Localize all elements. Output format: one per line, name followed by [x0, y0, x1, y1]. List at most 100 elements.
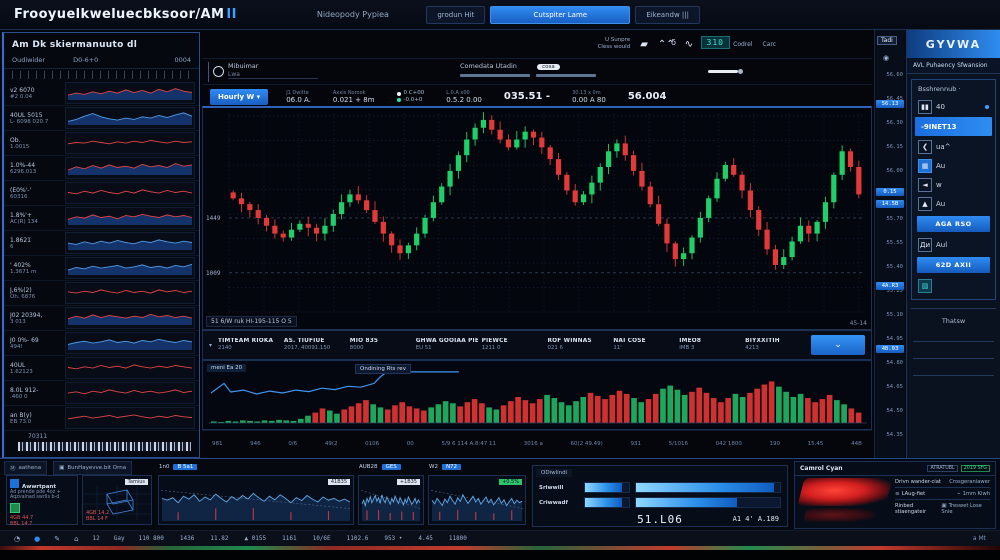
watchlist-row[interactable]: 1.86216	[4, 231, 199, 256]
quote-stat-big: 035.51 -	[504, 91, 550, 104]
control-row[interactable]: Rinbed stiaengateir ▣Treswet Lose Snie	[895, 500, 990, 517]
pencil-icon[interactable]: ✎	[54, 535, 60, 543]
watchlist-row[interactable]: 40UL1.62123	[4, 356, 199, 381]
watchlist-sparkline	[65, 257, 195, 279]
barcode-strip	[18, 442, 191, 451]
chart-a-chip1[interactable]: 1n0	[159, 464, 169, 470]
watchlist-row[interactable]: J0 0%- 69494!	[4, 331, 199, 356]
watchlist-row[interactable]: an B(y)EB 73.0	[4, 406, 199, 431]
chart-b-chip[interactable]: GES	[382, 464, 401, 470]
chart-c-chip[interactable]: N72	[442, 464, 461, 470]
sidebar-action-button[interactable]: AGA RSO	[917, 216, 990, 232]
chart-a-chip2[interactable]: B 5a1	[173, 464, 197, 470]
market-stat-column: IMEO8IMB 3	[679, 338, 741, 353]
eye-icon[interactable]: ◉	[883, 54, 889, 62]
watchlist-column-headers: Oudiwider D0-6+0 0004	[4, 54, 199, 69]
sidebar-action-button[interactable]: 62D AXII	[917, 257, 990, 273]
price-tag[interactable]: 4B.03	[876, 345, 904, 353]
status-metric: ▲ 0155	[244, 535, 266, 542]
watchlist-row[interactable]: v2 6070#2 0.04	[4, 81, 199, 106]
watchlist-price: #2 0.04	[10, 94, 65, 100]
chart-c-title[interactable]: W2	[429, 464, 438, 470]
watchlist-price: Oh. 6876	[10, 294, 65, 300]
folder-icon[interactable]: ▰	[640, 39, 648, 50]
price-axis[interactable]: Tadi ◉ 56.6056.4556.3056.1556.0055.8555.…	[874, 30, 905, 458]
sidebar-tool-item[interactable]: ДиAul	[912, 235, 995, 254]
sidebar-tool-item[interactable]: ▧	[912, 276, 995, 295]
time-axis[interactable]: 9819460/649(20106005/9 6 114 A.8:47 1130…	[202, 430, 872, 456]
tab-1[interactable]: grodun Hit	[426, 6, 485, 24]
watchlist-row[interactable]: J02 20394,3 013	[4, 306, 199, 331]
watchlist-row[interactable]: 1.0%-446296.013	[4, 156, 199, 181]
divider	[913, 341, 994, 342]
price-tag[interactable]: 56.13	[876, 100, 904, 108]
home-icon[interactable]: ⌂	[74, 535, 78, 543]
gauge-track	[584, 482, 630, 493]
connection-dot-icon[interactable]: ●	[34, 535, 40, 543]
status-dot	[397, 98, 401, 102]
toolbar-group-label: U SunpreCless would	[598, 37, 631, 50]
brand-header: GYVWA	[907, 30, 1000, 58]
gauge-bar	[636, 483, 774, 492]
bottom-tabs: Ⓜ aathena ▣ BunHayevve.bit Orna	[4, 461, 132, 475]
watchlist-row[interactable]: 40UL 5015L- 6098 020.7	[4, 106, 199, 131]
gauge-row: Criwwadf	[533, 495, 787, 510]
watchlist-col-symbol[interactable]: Oudiwider	[12, 56, 45, 64]
control-row[interactable]: Drivn wander-ciat Crosgeraniawer	[895, 476, 990, 488]
toolbar-codrel-button[interactable]: Codrel	[733, 41, 752, 48]
chart-b-title[interactable]: AUB28	[359, 464, 378, 470]
mini-chart-a[interactable]: 1n0 B 5a1 41B35	[158, 475, 354, 525]
volume-indicator-panel[interactable]: meni Ea 20 Ondining Rts rev	[202, 360, 872, 430]
watchlist-row[interactable]: 1.8%'+AC(R) 134	[4, 206, 199, 231]
gauge-label: Sriwwill	[539, 485, 579, 491]
watchlist-sparkline	[65, 407, 195, 429]
control-row[interactable]: ≡LAug-fiet ⌁1mm Kiwh	[895, 488, 990, 500]
watchlist-row[interactable]: 8.0L 912-.460 0	[4, 381, 199, 406]
sidebar-tool-item[interactable]: ▦Au	[912, 156, 995, 175]
caret-icon[interactable]: ▾	[209, 342, 212, 349]
chart-c-gain-tag: +0.5%	[499, 479, 522, 485]
tab-2-active[interactable]: Cutspiter Lame	[490, 6, 630, 24]
stats-dropdown-button[interactable]: ⌄	[811, 335, 865, 355]
tab-3[interactable]: Eikeandw |||	[635, 6, 700, 24]
sidebar-tool-item[interactable]: ▲Au	[912, 194, 995, 213]
watchlist-sidebar: Am Dk skiermanuuto dl Oudiwider D0-6+0 0…	[2, 32, 200, 458]
tool-icon: ▮▮	[918, 100, 932, 114]
sidebar-subtitle: AVL Puhaency Sfwansion	[907, 58, 1000, 74]
mini-slider[interactable]	[708, 70, 738, 73]
candlestick-chart[interactable]: 14491009 51 6/W ruk HI-195-115 O 5 45-14	[202, 106, 872, 330]
sidebar-tool-item[interactable]: -9INET13	[915, 117, 992, 136]
trading-platform-window: Frooyuelkweluecbksoor/AMII Nideopody Pyp…	[0, 0, 1000, 560]
sidebar-tool-item[interactable]: ◄w	[912, 175, 995, 194]
gauge-bar	[585, 483, 622, 492]
bottom-tab-1[interactable]: Ⓜ aathena	[4, 461, 47, 475]
watchlist-row[interactable]: Ob.1.0015	[4, 131, 199, 156]
watchlist-row[interactable]: (E0%'-'60316	[4, 181, 199, 206]
timeframe-button[interactable]: Hourly W ▾	[210, 89, 268, 105]
control-panel-rows: Drivn wander-ciat Crosgeraniawer ≡LAug-f…	[895, 476, 990, 517]
watchlist-row-label: ' 402%1.3671 m	[10, 262, 65, 275]
session-pill[interactable]: cosa	[537, 64, 560, 70]
record-icon[interactable]	[213, 66, 224, 77]
chart-a-tag: 41B35	[328, 479, 350, 485]
watchlist-row[interactable]: J,6%(2)Oh. 6876	[4, 281, 199, 306]
sidebar-tool-item[interactable]: ❮ua^	[912, 137, 995, 156]
axis-mode-chip[interactable]: Tadi	[877, 36, 897, 45]
mini-chart-c-header: W2 N72	[429, 464, 525, 470]
indicator-name-chip[interactable]: meni Ea 20	[207, 364, 246, 372]
watchlist-row[interactable]: ' 402%1.3671 m	[4, 256, 199, 281]
news-card-panel[interactable]: Awwrtpant Ad prende pde 4oz + Aqzvalnad …	[6, 475, 78, 525]
sidebar-tool-item[interactable]: ▮▮40	[912, 97, 995, 116]
blueprint-panel[interactable]: Tamius 4GB 14.2 BBL 14 F	[82, 475, 152, 525]
gauge-bar	[585, 498, 622, 507]
watchlist-col-change[interactable]: D0-6+0	[73, 56, 98, 64]
bottom-tab-2[interactable]: ▣ BunHayevve.bit Orna	[53, 461, 132, 475]
mini-chart-c[interactable]: W2 N72 +0.5%	[428, 475, 526, 525]
mini-chart-b[interactable]: AUB28 GES +1B35	[358, 475, 424, 525]
toolbar-carc-button[interactable]: Carc	[763, 41, 777, 48]
price-tag[interactable]: 4A.R3	[876, 282, 904, 290]
wave-indicator-icon[interactable]: ∿	[685, 39, 693, 50]
price-tag[interactable]: 0.15	[876, 188, 904, 196]
clock-icon[interactable]: ◔	[14, 535, 20, 543]
price-tag[interactable]: 14.5B	[876, 200, 904, 208]
